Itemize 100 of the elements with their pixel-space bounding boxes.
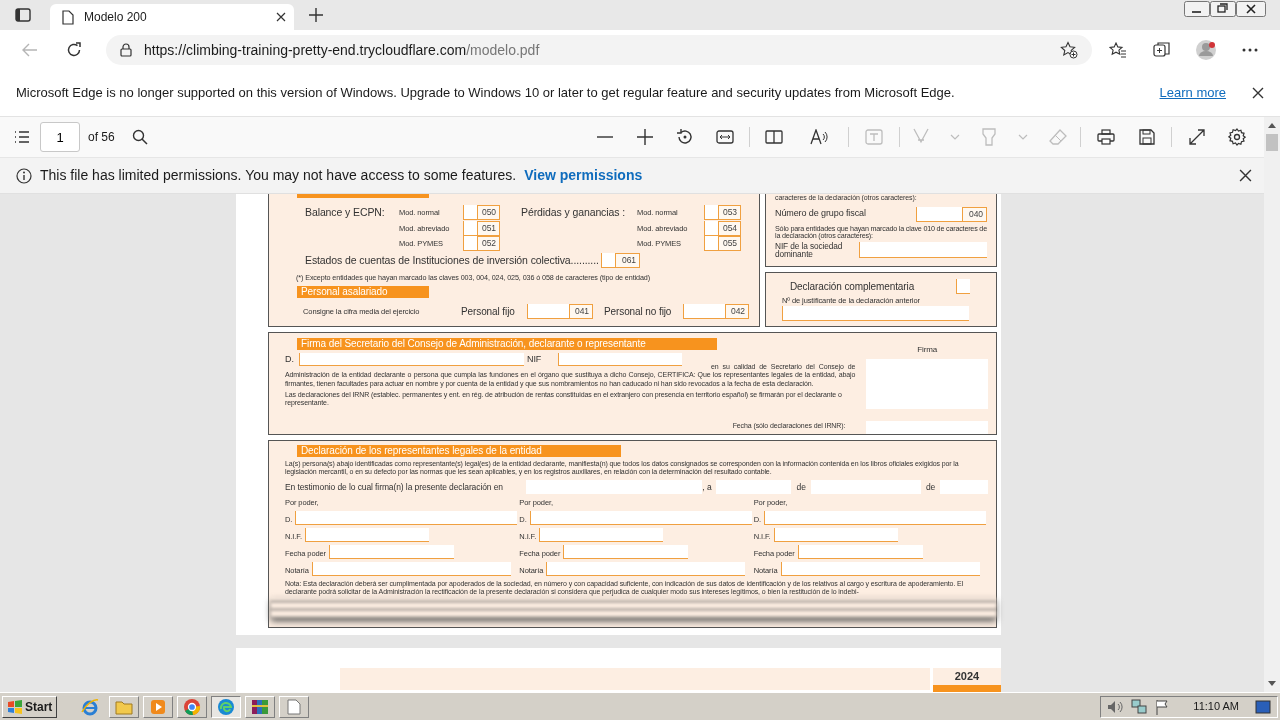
checkbox[interactable] [463, 220, 477, 236]
refresh-icon[interactable] [66, 42, 82, 58]
notice-text: Microsoft Edge is no longer supported on this version of Windows. Upgrade to Windows 10 or later to get regular feature and security updates from Microsoft Edge. [16, 84, 956, 103]
add-favorite-icon[interactable] [1060, 41, 1078, 59]
scroll-up-icon[interactable] [1268, 123, 1276, 128]
form-field[interactable] [716, 480, 792, 494]
media-player-icon[interactable] [150, 698, 167, 715]
volume-icon[interactable] [1107, 699, 1124, 714]
document-icon[interactable] [287, 698, 302, 715]
eraser-icon[interactable] [1049, 129, 1067, 145]
more-icon[interactable] [1242, 48, 1258, 52]
checkbox[interactable] [601, 252, 615, 268]
save-icon[interactable] [1139, 129, 1155, 145]
field-code: 053 [718, 205, 741, 221]
folder-icon[interactable] [115, 698, 134, 715]
checkbox[interactable] [463, 205, 477, 221]
field-code: 052 [477, 236, 500, 252]
caret-icon[interactable] [950, 134, 960, 140]
checkbox[interactable] [463, 236, 477, 252]
group-label: Pérdidas y ganancias : [521, 205, 627, 220]
form-field[interactable] [763, 511, 986, 525]
form-field[interactable] [546, 562, 746, 576]
avatar-icon[interactable] [1195, 39, 1217, 61]
desktop-icon[interactable] [1255, 699, 1271, 714]
restore-icon[interactable] [1210, 1, 1236, 17]
settings-icon[interactable] [1228, 128, 1246, 146]
checkbox[interactable] [704, 205, 718, 221]
form-field[interactable] [558, 353, 682, 367]
chrome-icon[interactable] [183, 697, 202, 716]
form-field[interactable] [563, 545, 689, 559]
clock: 11:10 AM [1193, 699, 1239, 715]
form-field[interactable] [299, 353, 524, 367]
form-field[interactable] [539, 528, 664, 542]
form-field[interactable] [329, 545, 454, 559]
close-icon[interactable] [1236, 1, 1266, 17]
close-icon[interactable] [276, 12, 286, 22]
fit-width-icon[interactable] [716, 130, 734, 144]
search-icon[interactable] [131, 129, 148, 145]
read-aloud-icon[interactable] [810, 129, 828, 145]
form-field[interactable] [811, 480, 922, 494]
new-tab-icon[interactable] [309, 8, 323, 22]
field-label: Firma [916, 344, 939, 356]
minimize-icon[interactable] [1184, 1, 1210, 17]
section-header: Declaración de los representantes legales de la entidad [297, 445, 621, 457]
fullscreen-icon[interactable] [1189, 129, 1205, 145]
add-text-icon[interactable] [865, 129, 883, 145]
form-field[interactable] [526, 480, 703, 494]
info-icon [16, 167, 32, 184]
form-field[interactable] [782, 306, 969, 322]
print-icon[interactable] [1097, 129, 1115, 145]
caret-icon[interactable] [1018, 134, 1028, 140]
start-button[interactable]: Start [2, 695, 58, 718]
form-field[interactable] [773, 528, 898, 542]
ie-icon[interactable] [81, 697, 100, 716]
field-code: 041 [569, 304, 593, 320]
scroll-down-icon[interactable] [1268, 681, 1276, 686]
field-code: 061 [615, 252, 640, 268]
form-field[interactable] [780, 562, 980, 576]
field-label: D. [285, 353, 295, 366]
checkbox[interactable] [956, 279, 970, 294]
field-label: Número de grupo fiscal [775, 207, 867, 221]
form-field[interactable] [311, 562, 511, 576]
page-number-field[interactable]: 1 [40, 122, 81, 152]
form-field[interactable] [683, 304, 725, 320]
signature-field[interactable] [866, 359, 988, 409]
form-field[interactable] [529, 511, 752, 525]
close-icon[interactable] [1239, 169, 1252, 182]
network-icon[interactable] [1131, 698, 1148, 715]
flag-icon[interactable] [1155, 698, 1170, 715]
form-field[interactable] [797, 545, 923, 559]
checkbox[interactable] [704, 220, 718, 236]
highlight-icon[interactable] [981, 128, 997, 146]
form-field[interactable] [916, 206, 962, 222]
browser-tab[interactable]: Modelo 200 [50, 4, 294, 30]
form-field[interactable] [527, 304, 569, 320]
contents-icon[interactable] [14, 131, 30, 143]
checkbox[interactable] [704, 236, 718, 252]
page-view-icon[interactable] [765, 130, 783, 144]
back-icon[interactable] [22, 43, 38, 57]
field-code: 055 [718, 236, 741, 252]
form-field[interactable] [295, 511, 518, 525]
form-field[interactable] [859, 241, 987, 258]
form-field[interactable] [304, 528, 429, 542]
archive-icon[interactable] [251, 698, 270, 715]
form-field[interactable] [866, 421, 988, 434]
scrollbar-thumb[interactable] [1266, 134, 1278, 151]
field-label: NIF [526, 353, 543, 366]
favorites-icon[interactable] [1109, 42, 1127, 58]
close-icon[interactable] [1252, 87, 1264, 99]
address-bar[interactable]: https://climbing-training-pretty-end.trycloudflare.com/modelo.pdf [106, 35, 1092, 65]
view-permissions-link[interactable]: View permissions [524, 165, 643, 186]
learn-more-link[interactable]: Learn more [1159, 83, 1226, 103]
page-icon [62, 9, 74, 25]
form-field[interactable] [940, 480, 988, 494]
collections-icon[interactable] [1153, 41, 1171, 59]
rotate-icon[interactable] [676, 128, 694, 146]
zoom-in-icon[interactable] [637, 129, 653, 145]
edge-icon[interactable] [217, 697, 236, 716]
tab-actions-icon[interactable] [15, 8, 31, 22]
section-header: Personal asalariado [297, 286, 429, 299]
